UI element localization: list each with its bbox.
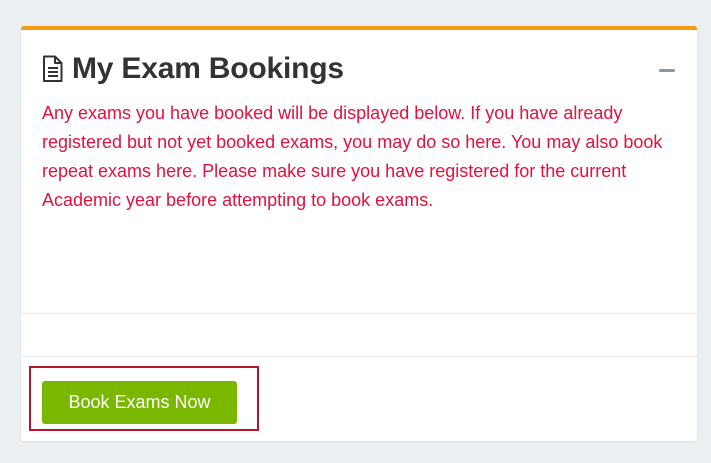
- exam-bookings-panel: My Exam Bookings Any exams you have book…: [21, 26, 697, 441]
- document-icon: [42, 55, 64, 83]
- book-exams-button[interactable]: Book Exams Now: [42, 381, 237, 424]
- collapse-button[interactable]: [656, 61, 678, 79]
- booking-message: Any exams you have booked will be displa…: [42, 103, 663, 210]
- minus-icon: [659, 68, 675, 72]
- panel-title-wrap: My Exam Bookings: [42, 53, 344, 85]
- page: My Exam Bookings Any exams you have book…: [0, 0, 711, 463]
- panel-title: My Exam Bookings: [72, 52, 344, 85]
- panel-divider-bottom: [21, 356, 697, 357]
- panel-header: My Exam Bookings: [21, 30, 697, 90]
- panel-divider-top: [21, 313, 697, 314]
